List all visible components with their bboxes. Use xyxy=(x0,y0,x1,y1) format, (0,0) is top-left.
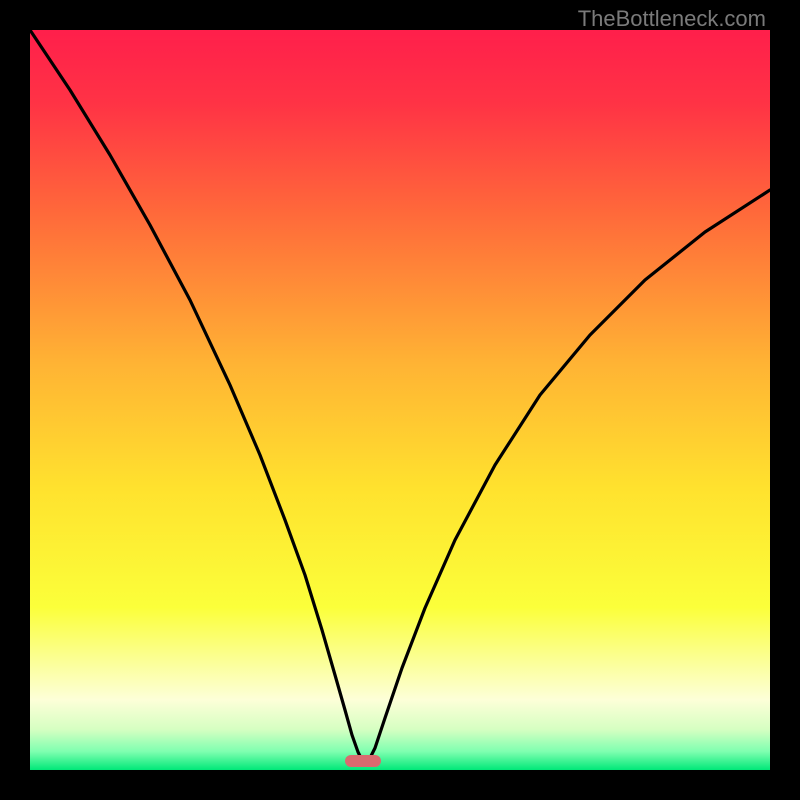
bottleneck-marker xyxy=(345,755,381,767)
bottleneck-curve xyxy=(30,30,770,770)
watermark-text: TheBottleneck.com xyxy=(578,6,766,32)
chart-frame: TheBottleneck.com xyxy=(0,0,800,800)
plot-area xyxy=(30,30,770,770)
